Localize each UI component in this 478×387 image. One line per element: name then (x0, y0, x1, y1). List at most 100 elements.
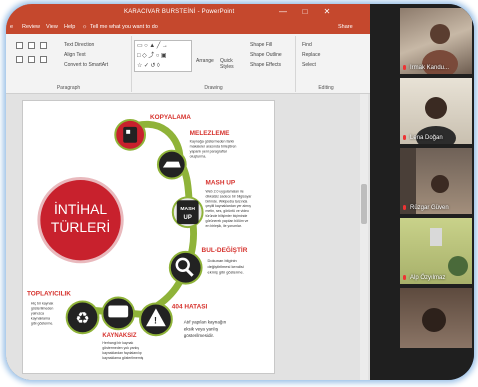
kaynaksiz-body-3: kaynaklardan faydalanılıp (102, 351, 141, 355)
melezleme-body-3: yapanlı yeni paragraflar (190, 150, 228, 154)
select-button[interactable]: Select (302, 62, 316, 68)
mic-muted-icon (403, 205, 406, 210)
video-gallery: Irmak Kandu... Lena Doğan Rüzgar Güven A… (370, 4, 474, 380)
mic-muted-icon (403, 135, 406, 140)
kaynaksiz-title: KAYNAKSIZ (102, 333, 136, 339)
slide-graphic: İNTİHAL TÜRLERİ KOPYALAMA MELEZLEME Kayn… (27, 114, 253, 360)
menu-bar: e Review View Help ☼ Tell me what you wa… (6, 21, 370, 34)
numbering-icon[interactable] (28, 42, 35, 49)
melezleme-title: MELEZLEME (190, 130, 230, 137)
participant-name-1: Irmak Kandu... (410, 65, 450, 71)
404-title: 404 HATASI (172, 303, 208, 310)
404-body-1: Atıf yapılan kaynağın (184, 319, 227, 324)
ribbon: Text Direction Align Text Convert to Sma… (6, 34, 370, 94)
find-button[interactable]: Find (302, 42, 312, 48)
participant-tile-3[interactable]: Rüzgar Güven (400, 148, 472, 214)
mashup-icon-label-1: MASH (180, 206, 195, 212)
tab-view[interactable]: View (46, 24, 58, 30)
toplayicilik-body-2: gösterilmeden (31, 306, 53, 310)
scroll-thumb[interactable] (361, 184, 367, 224)
svg-text:!: ! (154, 315, 157, 325)
shapes-gallery[interactable]: ▭○▲╱→ □◇⤴○▣ ☆✓↺​◊ (134, 40, 192, 72)
lightbulb-icon: ☼ (82, 24, 88, 30)
mashup-body-3: birimde. Wikipedia tarzında (206, 199, 248, 203)
mashup-body-5: metin, ses, görüntü ve video (206, 209, 249, 213)
bul-degistir-body-2: değiştirilmesi kendisi (208, 264, 244, 269)
drawing-group: ▭○▲╱→ □◇⤴○▣ ☆✓↺​◊ Arrange Quick Styles Sha… (132, 36, 296, 92)
kopyalama-title: KOPYALAMA (150, 114, 191, 121)
toplayicilik-body-3: yalnızca (31, 311, 44, 315)
mashup-body-8: en birleşik, ile yorumlar. (206, 224, 242, 228)
tab-review[interactable]: Review (22, 24, 40, 30)
powerpoint-window: KARACIVAR BURSTEİNİ - PowerPoint — □ ✕ e… (6, 4, 370, 380)
tab-e[interactable]: e (10, 24, 13, 30)
mashup-body-4: çeşitli kaynaklardan yer almış (206, 204, 252, 208)
kaynaksiz-body-1: Herhangi bir kaynak (102, 341, 133, 345)
bul-degistir-bubble (168, 250, 203, 285)
404-body-3: gösterilmesidir. (184, 333, 214, 338)
quick-styles-button[interactable]: Quick Styles (220, 58, 246, 70)
shape-fill-button[interactable]: Shape Fill (250, 42, 272, 48)
indent-icon[interactable] (40, 42, 47, 49)
kaynaksiz-body-2: göstermeden yok yanlış (102, 346, 139, 350)
align-left-icon[interactable] (16, 56, 23, 63)
convert-smartart-button[interactable]: Convert to SmartArt (64, 62, 108, 68)
bul-degistir-body-3: ekmiş gibi gösterme. (208, 270, 244, 275)
paragraph-label: Paragraph (56, 85, 81, 91)
404-body-2: eksik veya yanlış (184, 326, 219, 331)
bullets-icon[interactable] (16, 42, 23, 49)
participant-tile-2[interactable]: Lena Doğan (400, 78, 472, 144)
tab-help[interactable]: Help (64, 24, 75, 30)
melezleme-body-2: makaleler arasında birleştiren (190, 145, 237, 149)
align-text-button[interactable]: Align Text (64, 52, 86, 58)
editing-label: Editing (318, 85, 334, 91)
toplayicilik-body-1: Hiç bir kaynak (31, 301, 54, 305)
toplayicilik-body-4: kaynaklama (31, 316, 50, 320)
participant-tile-1[interactable]: Irmak Kandu... (400, 8, 472, 74)
toplayicilik-body-5: gibi gösterme. (31, 321, 53, 325)
participant-name-3: Rüzgar Güven (410, 205, 449, 211)
window-title: KARACIVAR BURSTEİNİ - PowerPoint (124, 9, 235, 15)
bul-degistir-title: BUL-DEĞİŞTİR (202, 245, 248, 254)
tape-icon (108, 305, 129, 318)
mashup-body-6: türünde bilişimler biçiminde (206, 214, 248, 218)
text-direction-button[interactable]: Text Direction (64, 42, 94, 48)
editing-group: Find Replace Select Editing (296, 36, 356, 92)
share-button[interactable]: Share (338, 24, 353, 30)
paragraph-group: Text Direction Align Text Convert to Sma… (6, 36, 132, 92)
minimize-button[interactable]: — (278, 7, 288, 16)
tell-me-search[interactable]: Tell me what you want to do (90, 24, 158, 30)
participant-name-4: Alp Özyılmaz (410, 275, 446, 281)
maximize-button[interactable]: □ (300, 7, 310, 16)
mashup-icon-label-2: UP (184, 215, 192, 221)
mashup-body-1: Web 2.0 uygulamaları ile (206, 189, 244, 193)
slide-workarea: İNTİHAL TÜRLERİ KOPYALAMA MELEZLEME Kayn… (6, 94, 370, 380)
title-bar: KARACIVAR BURSTEİNİ - PowerPoint — □ ✕ (6, 4, 370, 21)
close-button[interactable]: ✕ (322, 7, 332, 16)
slide-canvas[interactable]: İNTİHAL TÜRLERİ KOPYALAMA MELEZLEME Kayn… (22, 100, 275, 374)
bul-degistir-body-1: Dokunan bilginin (208, 258, 237, 263)
participant-name-2: Lena Doğan (410, 135, 443, 141)
melezleme-body-1: Kaynağa göstermeden farklı (190, 140, 235, 144)
participant-tile-4[interactable]: Alp Özyılmaz (400, 218, 472, 284)
mashup-body-2: dikkatsiz sadece bir bilgisayar (206, 194, 253, 198)
melezleme-body-4: oluşturma. (190, 155, 207, 159)
mic-muted-icon (403, 65, 406, 70)
align-right-icon[interactable] (40, 56, 47, 63)
arrange-button[interactable]: Arrange (196, 58, 214, 64)
mic-muted-icon (403, 275, 406, 280)
drawing-label: Drawing (204, 85, 223, 91)
recycle-icon: ♻ (75, 310, 89, 327)
copy-icon (123, 126, 138, 143)
center-title-line1: İNTİHAL (54, 200, 107, 217)
shape-effects-button[interactable]: Shape Effects (250, 62, 281, 68)
mashup-title: MASH UP (206, 179, 236, 186)
shape-outline-button[interactable]: Shape Outline (250, 52, 282, 58)
align-center-icon[interactable] (28, 56, 35, 63)
screenshot-frame: KARACIVAR BURSTEİNİ - PowerPoint — □ ✕ e… (6, 4, 474, 380)
mashup-body-7: görünerek yapılan bölüm ve (206, 219, 249, 223)
replace-button[interactable]: Replace (302, 52, 320, 58)
vertical-scrollbar[interactable] (360, 94, 368, 380)
toplayicilik-title: TOPLAYICILIK (27, 291, 71, 298)
participant-tile-5[interactable] (400, 288, 472, 348)
